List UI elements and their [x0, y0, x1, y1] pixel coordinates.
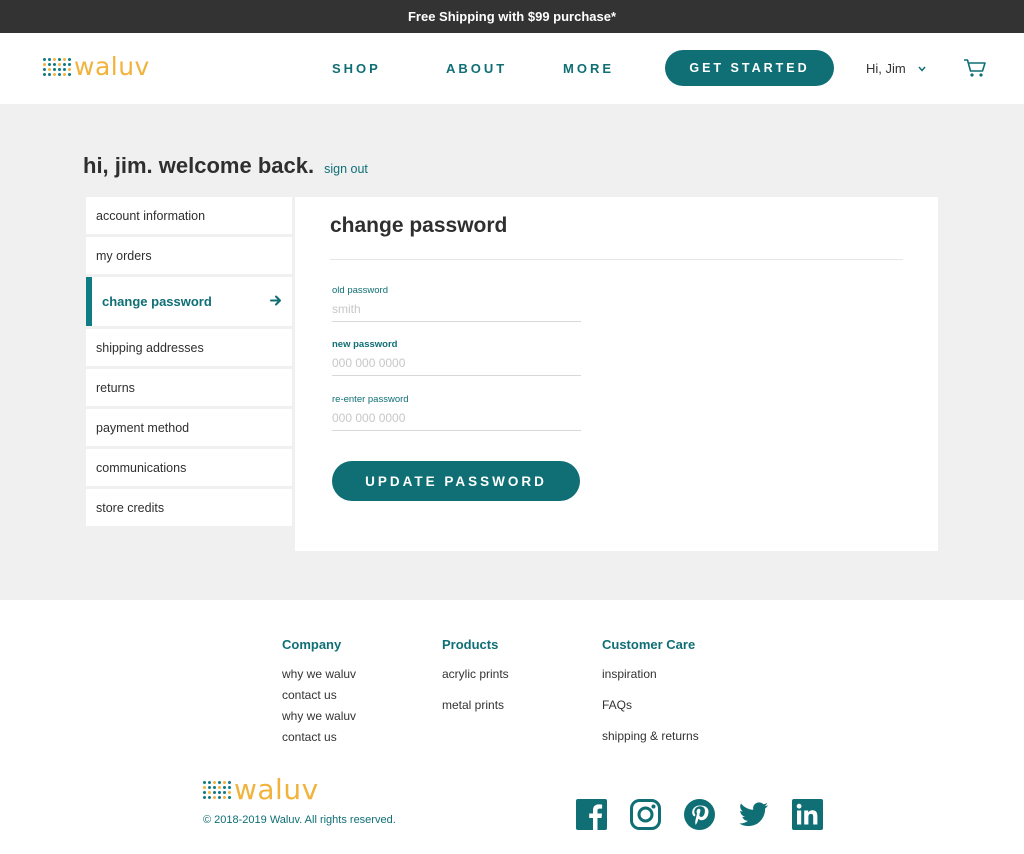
reenter-password-group: re-enter password [332, 394, 581, 431]
footer-logo[interactable]: waluv [203, 775, 319, 805]
change-password-panel: change password old password new passwor… [295, 197, 938, 551]
footer-link[interactable]: inspiration [602, 667, 699, 681]
divider [330, 259, 903, 260]
linkedin-icon[interactable] [792, 799, 823, 830]
sidebar-item-label: shipping addresses [96, 340, 204, 355]
footer-company-column: Company why we waluv contact us why we w… [282, 637, 356, 744]
sidebar-item-label: payment method [96, 420, 190, 435]
footer-link[interactable]: acrylic prints [442, 667, 509, 681]
footer-link[interactable]: why we waluv [282, 709, 356, 723]
nav-shop[interactable]: SHOP [332, 61, 381, 76]
reenter-password-field[interactable] [332, 411, 581, 431]
page-title: hi, jim. welcome back. [83, 153, 315, 178]
footer-customer-care-column: Customer Care inspiration FAQs shipping … [602, 637, 699, 743]
old-password-field[interactable] [332, 302, 581, 322]
sidebar-item-shipping-addresses[interactable]: shipping addresses [86, 329, 292, 366]
sidebar-item-label: store credits [96, 500, 165, 515]
get-started-button[interactable]: GET STARTED [665, 50, 834, 86]
pinterest-icon[interactable] [684, 799, 715, 830]
footer-products-column: Products acrylic prints metal prints [442, 637, 509, 712]
logo-wordmark: waluv [74, 52, 150, 81]
new-password-label: new password [332, 339, 398, 350]
footer-link[interactable]: metal prints [442, 698, 509, 712]
twitter-icon[interactable] [738, 799, 769, 830]
site-footer: Company why we waluv contact us why we w… [0, 600, 1024, 854]
old-password-group: old password [332, 285, 581, 322]
footer-link[interactable]: contact us [282, 688, 356, 702]
footer-link[interactable]: shipping & returns [602, 729, 699, 743]
footer-link[interactable]: why we waluv [282, 667, 356, 681]
sidebar-item-change-password[interactable]: change password [86, 277, 292, 326]
new-password-field[interactable] [332, 356, 581, 376]
promo-banner: Free Shipping with $99 purchase* [0, 0, 1024, 33]
footer-link[interactable]: FAQs [602, 698, 699, 712]
sidebar-item-payment-method[interactable]: payment method [86, 409, 292, 446]
sidebar-item-label: my orders [96, 248, 152, 263]
reenter-password-label: re-enter password [332, 394, 409, 405]
sidebar-item-account-information[interactable]: account information [86, 197, 292, 234]
footer-heading: Company [282, 637, 342, 652]
facebook-icon[interactable] [576, 799, 607, 830]
sidebar-item-label: returns [96, 380, 135, 395]
cart-icon[interactable] [963, 58, 987, 83]
footer-heading: Customer Care [602, 637, 696, 652]
logo-dots-icon [203, 781, 231, 799]
old-password-label: old password [332, 285, 388, 296]
promo-text: Free Shipping with $99 purchase* [407, 9, 617, 24]
user-greeting: Hi, Jim [866, 61, 906, 76]
nav-more[interactable]: MORE [563, 61, 614, 76]
panel-title: change password [330, 214, 508, 237]
sidebar-item-label: change password [102, 294, 212, 309]
sidebar-item-label: account information [96, 208, 206, 223]
sidebar-item-label: communications [96, 460, 187, 475]
nav-about[interactable]: ABOUT [446, 61, 507, 76]
sidebar-item-communications[interactable]: communications [86, 449, 292, 486]
chevron-down-icon [918, 64, 926, 74]
logo-dots-icon [43, 58, 71, 76]
sidebar-item-my-orders[interactable]: my orders [86, 237, 292, 274]
instagram-icon[interactable] [630, 799, 661, 830]
sidebar-item-store-credits[interactable]: store credits [86, 489, 292, 526]
copyright-text: © 2018-2019 Waluv. All rights reserved. [203, 814, 396, 826]
welcome-heading: hi, jim. welcome back. sign out [83, 153, 368, 179]
sign-out-link[interactable]: sign out [324, 162, 368, 176]
sidebar-item-returns[interactable]: returns [86, 369, 292, 406]
user-menu[interactable]: Hi, Jim [866, 61, 926, 76]
footer-link[interactable]: contact us [282, 730, 356, 744]
logo-wordmark: waluv [234, 773, 319, 806]
footer-heading: Products [442, 637, 499, 652]
new-password-group: new password [332, 339, 581, 376]
arrow-right-icon [270, 294, 282, 309]
site-header: waluv SHOP ABOUT MORE GET STARTED Hi, Ji… [0, 33, 1024, 104]
site-logo[interactable]: waluv [43, 53, 150, 81]
update-password-button[interactable]: UPDATE PASSWORD [332, 461, 580, 501]
